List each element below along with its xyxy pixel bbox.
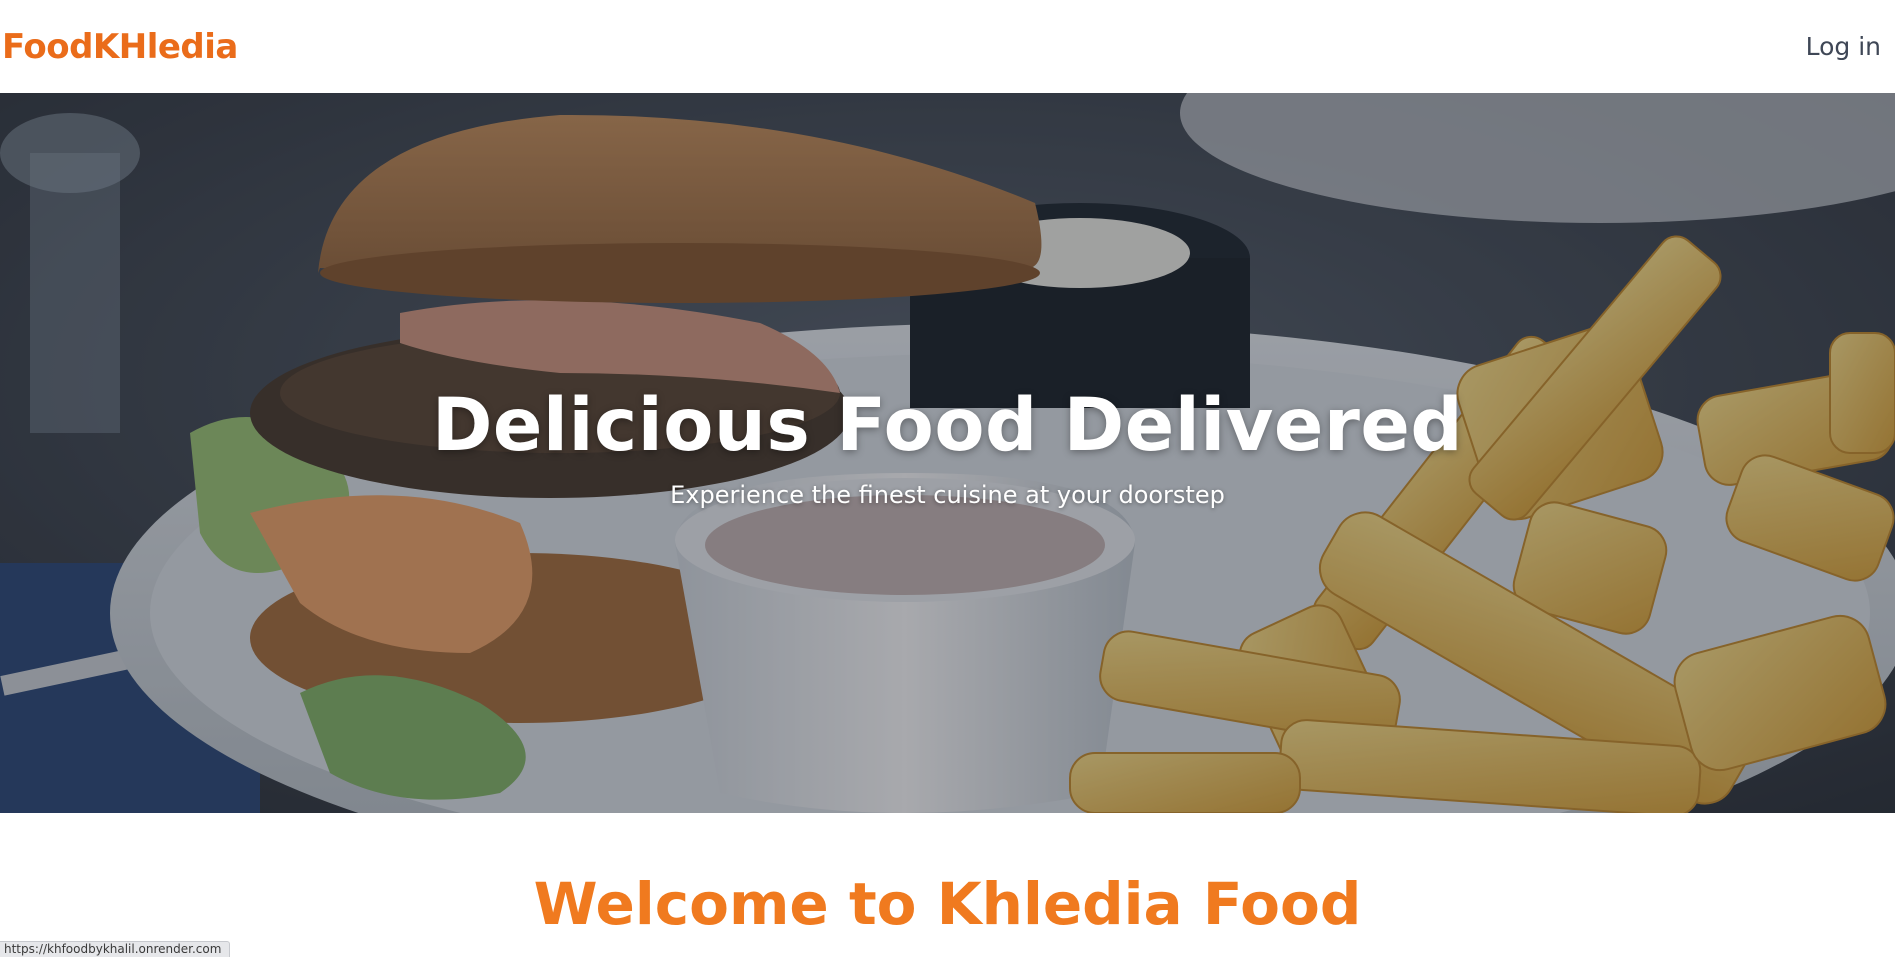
hero-subtitle: Experience the finest cuisine at your do… [670,481,1225,509]
brand-logo-link[interactable]: FoodKHledia [2,27,238,67]
welcome-heading: Welcome to Khledia Food [533,870,1362,938]
login-link[interactable]: Log in [1806,32,1881,61]
hero-banner: Delicious Food Delivered Experience the … [0,93,1895,813]
top-navbar: FoodKHledia Log in [0,0,1895,93]
hero-title: Delicious Food Delivered [431,383,1464,468]
link-hover-status-url: https://khfoodbykhalil.onrender.com [0,941,231,957]
